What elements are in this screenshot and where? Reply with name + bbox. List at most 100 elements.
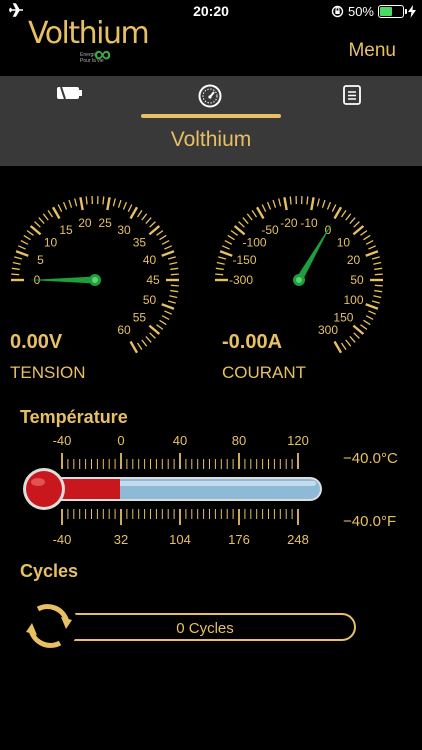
current-gauge-tick	[360, 230, 368, 236]
voltage-gauge-tick	[167, 256, 176, 260]
voltage-gauge-tick	[11, 273, 20, 276]
current-gauge-tick	[278, 198, 282, 207]
voltage-gauge-tick	[122, 201, 128, 210]
current-gauge-tick	[371, 300, 380, 304]
cycles-bar: 0 Cycles	[42, 613, 356, 641]
current-gauge-tick	[266, 201, 272, 210]
current-gauge-tick	[230, 230, 238, 236]
voltage-gauge-tick-label: 35	[133, 236, 147, 250]
thermometer-bulb-highlight	[31, 478, 45, 486]
voltage-gauge-tick	[170, 273, 179, 276]
current-gauge-tick	[221, 245, 230, 250]
voltage-gauge-tick-label: 60	[117, 323, 131, 337]
cycles-title: Cycles	[20, 561, 79, 581]
current-gauge-tick-label: -100	[243, 236, 267, 250]
current-gauge-tick-label: 10	[337, 236, 351, 250]
infinity-icon: ∞	[94, 41, 112, 68]
voltage-gauge-tick	[42, 213, 49, 221]
current-gauge-tick-label: 20	[347, 253, 361, 267]
current-gauge-tick	[368, 310, 377, 315]
voltage-gauge-tick	[156, 230, 164, 236]
voltage-gauge-tick	[17, 245, 26, 250]
current-gauge-tick	[219, 250, 233, 257]
voltage-gauge-tick	[145, 217, 152, 224]
voltage-gauge-tick	[136, 209, 143, 218]
charging-bolt-icon	[408, 4, 416, 18]
current-gauge-tick	[224, 239, 233, 245]
voltage-gauge-tick	[15, 250, 29, 257]
current-label: COURANT	[222, 363, 307, 382]
current-gauge-tick	[374, 284, 383, 287]
voltage-gauge-tick	[164, 310, 173, 315]
current-gauge-tick-label: 100	[343, 293, 363, 307]
fahrenheit-tick-label: 32	[114, 532, 128, 547]
voltage-gauge-tick	[164, 245, 173, 250]
voltage-gauge-tick	[161, 315, 170, 321]
voltage-gauge-tick	[148, 324, 161, 335]
battery-percent: 50%	[347, 3, 374, 19]
voltage-gauge-tick	[68, 199, 73, 208]
current-gauge-tick	[246, 213, 253, 221]
current-gauge-tick	[374, 289, 383, 293]
app-header: Volthium Energie Pour la vie ∞ Menu	[0, 16, 422, 76]
voltage-gauge-tick	[57, 204, 63, 212]
current-gauge-tick	[306, 196, 309, 205]
voltage-gauge-tick-label: 5	[37, 253, 44, 267]
current-gauge-tick	[331, 204, 337, 212]
cycles-value: 0 Cycles	[176, 620, 234, 637]
voltage-gauge-tick	[167, 300, 176, 304]
current-gauge-tick	[283, 197, 288, 211]
voltage-gauge-tick	[170, 284, 179, 287]
current-value: -0.00A	[222, 331, 283, 353]
voltage-gauge-tick	[149, 332, 156, 339]
current-gauge-tick	[233, 225, 246, 236]
voltage-gauge-tick-label: 15	[59, 223, 73, 237]
voltage-gauge-tick	[159, 319, 167, 326]
cycle-arrows-icon	[20, 597, 78, 655]
current-gauge-tick-label: -300	[229, 273, 253, 287]
current-gauge-tick	[216, 261, 225, 265]
voltage-gauge-tick	[14, 256, 23, 260]
voltage-gauge-tick	[23, 234, 31, 241]
current-gauge-tick-label: 300	[318, 323, 338, 337]
tab-battery[interactable]	[50, 84, 90, 108]
menu-button[interactable]: Menu	[348, 40, 396, 62]
voltage-gauge-tick	[102, 196, 105, 205]
voltage-gauge-tick	[145, 336, 152, 343]
thermometer: -40 0 40 80 120 -40 32 104 176 248	[23, 433, 322, 547]
voltage-gauge-tick	[38, 217, 45, 224]
current-gauge-tick	[242, 217, 249, 224]
active-tab-indicator	[141, 114, 281, 118]
current-gauge-tick	[215, 273, 224, 276]
current-gauge-tick	[333, 206, 343, 220]
status-right: 50%	[331, 3, 416, 19]
voltage-gauge-tick-label: 45	[146, 273, 160, 287]
voltage-gauge-tick	[161, 303, 175, 310]
temperature-celsius-value: −40.0°C	[343, 450, 398, 467]
voltage-gauge-tick	[156, 324, 164, 330]
voltage-gauge-tick	[12, 261, 21, 265]
fahrenheit-tick-label: 104	[169, 532, 191, 547]
tab-details[interactable]	[332, 84, 372, 108]
voltage-gauge-tick	[34, 221, 41, 228]
current-gauge-tick	[333, 340, 343, 354]
current-gauge-tick	[365, 239, 374, 245]
voltage-gauge-tick	[170, 267, 179, 271]
current-gauge-tick	[363, 234, 371, 241]
voltage-gauge-tick-label: 25	[98, 216, 112, 230]
tab-gauge[interactable]	[190, 84, 230, 108]
voltage-gauge-tick	[149, 221, 156, 228]
voltage-gauge-tick	[11, 267, 20, 271]
voltage-gauge-needle-hub-inner	[92, 277, 98, 283]
current-gauge-tick	[261, 204, 267, 212]
current-gauge-needle-hub-inner	[296, 277, 302, 283]
voltage-gauge-tick	[129, 340, 139, 354]
current-gauge-tick-label: -150	[232, 253, 256, 267]
current-gauge-tick-label: 150	[333, 310, 353, 324]
current-gauge-tick	[255, 206, 265, 220]
current-gauge-tick	[368, 245, 377, 250]
current-gauge-tick	[353, 332, 360, 339]
voltage-gauge-tick	[20, 239, 29, 245]
current-gauge-tick	[215, 267, 224, 271]
current-gauge: -300-150-100-50-20-100102050100150300	[215, 196, 383, 354]
